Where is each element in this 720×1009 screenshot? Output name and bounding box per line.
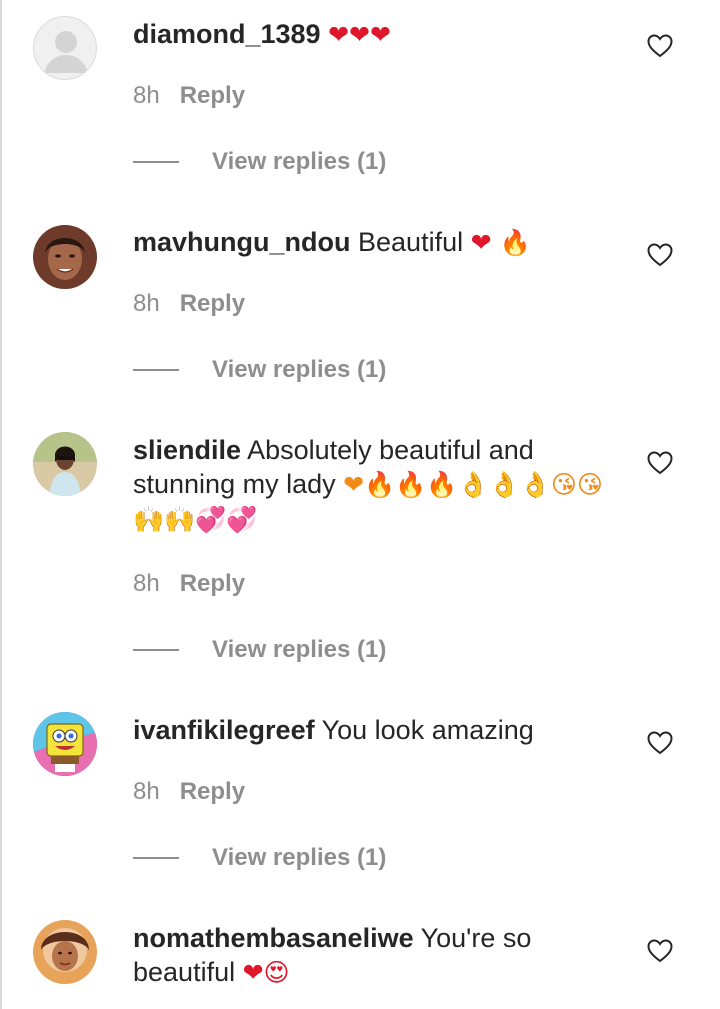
view-replies-label: View replies (1) xyxy=(212,636,387,663)
avatar[interactable] xyxy=(33,16,97,80)
comment-emojis: ❤❤❤ xyxy=(328,20,391,49)
avatar[interactable] xyxy=(33,225,97,289)
reply-button[interactable]: Reply xyxy=(180,778,245,805)
avatar[interactable] xyxy=(33,432,97,496)
comment-username[interactable]: nomathembasaneliwe xyxy=(133,923,414,953)
comment-username[interactable]: sliendile xyxy=(133,435,241,465)
view-replies-button[interactable]: View replies (1) xyxy=(133,356,386,384)
view-replies-label: View replies (1) xyxy=(212,844,387,871)
heart-outline-icon[interactable] xyxy=(647,451,673,475)
view-replies-line xyxy=(133,649,179,651)
comment-username[interactable]: diamond_1389 xyxy=(133,19,321,49)
avatar[interactable] xyxy=(33,920,97,984)
view-replies-label: View replies (1) xyxy=(212,148,387,175)
view-replies-line xyxy=(133,161,179,163)
reply-button[interactable]: Reply xyxy=(180,290,245,317)
reply-button[interactable]: Reply xyxy=(180,82,245,109)
heart-outline-icon[interactable] xyxy=(647,34,673,58)
heart-outline-icon[interactable] xyxy=(647,243,673,267)
comment-username[interactable]: mavhungu_ndou xyxy=(133,227,351,257)
view-replies-button[interactable]: View replies (1) xyxy=(133,636,386,664)
left-edge-divider xyxy=(0,0,2,1009)
comment-time: 8h xyxy=(133,290,160,317)
view-replies-line xyxy=(133,857,179,859)
comment-time: 8h xyxy=(133,570,160,597)
view-replies-line xyxy=(133,369,179,371)
comment-time: 8h xyxy=(133,82,160,109)
comment-emojis: ❤😍 xyxy=(242,958,290,987)
avatar[interactable] xyxy=(33,712,97,776)
comment-text: Beautiful xyxy=(358,227,464,257)
view-replies-button[interactable]: View replies (1) xyxy=(133,148,386,176)
view-replies-label: View replies (1) xyxy=(212,356,387,383)
comment-emojis: ❤ 🔥 xyxy=(470,228,531,257)
comment-username[interactable]: ivanfikilegreef xyxy=(133,715,315,745)
view-replies-button[interactable]: View replies (1) xyxy=(133,844,386,872)
heart-outline-icon[interactable] xyxy=(647,939,673,963)
heart-outline-icon[interactable] xyxy=(647,731,673,755)
comment-time: 8h xyxy=(133,778,160,805)
comment-text: You look amazing xyxy=(321,715,534,745)
reply-button[interactable]: Reply xyxy=(180,570,245,597)
